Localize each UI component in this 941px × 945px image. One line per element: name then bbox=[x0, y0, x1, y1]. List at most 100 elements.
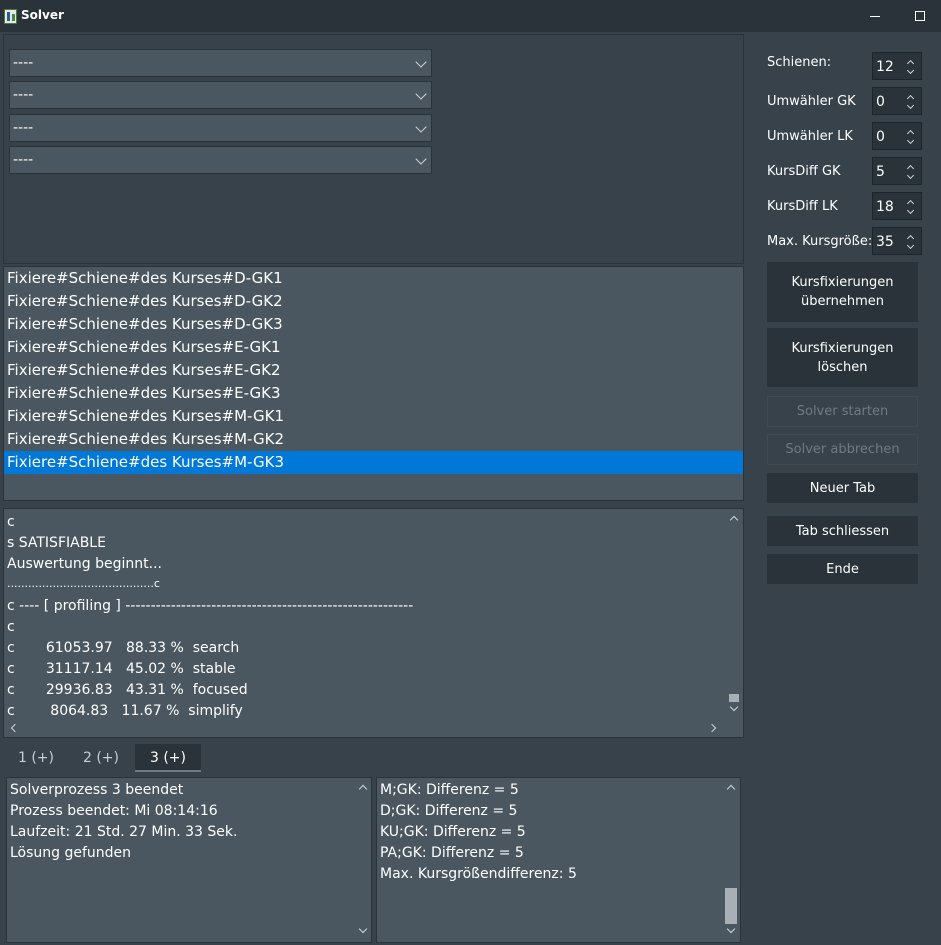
chevron-down-icon[interactable] bbox=[906, 136, 915, 145]
delete-fixations-button[interactable]: Kursfixierungen löschen bbox=[767, 328, 918, 387]
chevron-down-icon bbox=[415, 88, 427, 100]
scroll-up-icon[interactable] bbox=[729, 515, 739, 525]
maximize-button[interactable] bbox=[898, 0, 941, 32]
log-line: ........................................… bbox=[7, 577, 160, 590]
course-dropdown-1[interactable]: ---- bbox=[9, 49, 432, 77]
chevron-down-icon[interactable] bbox=[906, 66, 915, 75]
minimize-icon bbox=[870, 16, 880, 17]
schienen-stepper[interactable]: 12 bbox=[872, 52, 922, 80]
log-line: c 31117.14 45.02 % stable bbox=[7, 661, 236, 677]
tab-3[interactable]: 3 (+) bbox=[135, 744, 201, 772]
result-scrollbar[interactable] bbox=[723, 778, 740, 942]
list-item[interactable]: Fixiere#Schiene#des Kurses#E-GK3 bbox=[4, 382, 743, 405]
list-item[interactable]: Fixiere#Schiene#des Kurses#D-GK3 bbox=[4, 313, 743, 336]
log-line: c 61053.97 88.33 % search bbox=[7, 640, 240, 656]
app-icon bbox=[4, 9, 17, 24]
course-fixation-list[interactable]: Fixiere#Schiene#des Kurses#D-GK1 Fixiere… bbox=[3, 266, 744, 501]
chevron-down-icon[interactable] bbox=[906, 241, 915, 250]
apply-fixations-button[interactable]: Kursfixierungen übernehmen bbox=[767, 262, 918, 322]
list-item[interactable]: Fixiere#Schiene#des Kurses#M-GK1 bbox=[4, 405, 743, 428]
dropdown-value: ---- bbox=[13, 55, 34, 71]
kursdiff-lk-stepper[interactable]: 18 bbox=[872, 192, 922, 220]
setting-label-umwaehler-gk: Umwähler GK bbox=[767, 94, 856, 109]
course-dropdown-3[interactable]: ---- bbox=[9, 114, 432, 142]
chevron-down-icon bbox=[415, 153, 427, 165]
setting-label-kursdiff-gk: KursDiff GK bbox=[767, 164, 841, 179]
maximize-icon bbox=[915, 11, 925, 21]
chevron-down-icon bbox=[415, 121, 427, 133]
status-line: Lösung gefunden bbox=[10, 845, 132, 861]
max-kursgroesse-stepper[interactable]: 35 bbox=[872, 227, 922, 255]
close-tab-button[interactable]: Tab schliessen bbox=[767, 516, 918, 546]
scroll-thumb[interactable] bbox=[729, 694, 739, 702]
start-solver-button[interactable]: Solver starten bbox=[767, 396, 918, 427]
scroll-thumb[interactable] bbox=[725, 888, 737, 924]
list-item[interactable]: Fixiere#Schiene#des Kurses#E-GK2 bbox=[4, 359, 743, 382]
setting-label-umwaehler-lk: Umwähler LK bbox=[767, 129, 853, 144]
log-line: c bbox=[7, 619, 15, 635]
exit-button[interactable]: Ende bbox=[767, 554, 918, 584]
chevron-down-icon bbox=[415, 56, 427, 68]
list-item[interactable]: Fixiere#Schiene#des Kurses#E-GK1 bbox=[4, 336, 743, 359]
setting-label-kursdiff-lk: KursDiff LK bbox=[767, 199, 838, 214]
window-title: Solver bbox=[21, 8, 64, 22]
list-item[interactable]: Fixiere#Schiene#des Kurses#D-GK1 bbox=[4, 267, 743, 290]
tab-2[interactable]: 2 (+) bbox=[70, 744, 132, 772]
list-item-selected[interactable]: Fixiere#Schiene#des Kurses#M-GK3 bbox=[4, 451, 743, 474]
dropdown-value: ---- bbox=[13, 152, 34, 168]
result-line: PA;GK: Differenz = 5 bbox=[380, 845, 524, 861]
result-textbox[interactable]: M;GK: Differenz = 5 D;GK: Differenz = 5 … bbox=[376, 777, 741, 943]
scroll-up-icon[interactable] bbox=[358, 784, 368, 794]
log-vertical-scrollbar[interactable] bbox=[725, 509, 743, 719]
minimize-button[interactable] bbox=[852, 0, 898, 32]
stepper-value: 0 bbox=[876, 94, 885, 110]
log-line: c bbox=[7, 514, 15, 530]
scroll-down-icon[interactable] bbox=[726, 924, 736, 934]
result-line: M;GK: Differenz = 5 bbox=[380, 782, 519, 798]
kursdiff-gk-stepper[interactable]: 5 bbox=[872, 157, 922, 185]
log-line: c 29936.83 43.31 % focused bbox=[7, 682, 248, 698]
status-line: Prozess beendet: Mi 08:14:16 bbox=[10, 803, 218, 819]
scroll-left-icon[interactable] bbox=[10, 723, 20, 733]
scroll-down-icon[interactable] bbox=[358, 924, 368, 934]
solver-tab-bar: 1 (+) 2 (+) 3 (+) bbox=[0, 740, 746, 773]
course-dropdown-2[interactable]: ---- bbox=[9, 81, 432, 109]
title-bar: Solver bbox=[0, 0, 941, 32]
stepper-value: 12 bbox=[876, 59, 894, 75]
result-line: KU;GK: Differenz = 5 bbox=[380, 824, 526, 840]
stepper-value: 5 bbox=[876, 164, 885, 180]
result-line: D;GK: Differenz = 5 bbox=[380, 803, 518, 819]
log-line: s SATISFIABLE bbox=[7, 535, 106, 551]
stepper-value: 0 bbox=[876, 129, 885, 145]
status-scrollbar[interactable] bbox=[355, 778, 371, 942]
setting-label-schienen: Schienen: bbox=[767, 55, 832, 70]
scroll-down-icon[interactable] bbox=[729, 702, 739, 712]
scroll-up-icon[interactable] bbox=[726, 784, 736, 794]
status-textbox[interactable]: Solverprozess 3 beendet Prozess beendet:… bbox=[6, 777, 372, 943]
setting-label-max-kursgroesse: Max. Kursgröße: bbox=[767, 234, 873, 249]
tab-1[interactable]: 1 (+) bbox=[6, 744, 66, 772]
log-horizontal-scrollbar[interactable] bbox=[4, 719, 725, 737]
log-line: Auswertung beginnt... bbox=[7, 556, 162, 572]
chevron-down-icon[interactable] bbox=[906, 101, 915, 110]
umwaehler-gk-stepper[interactable]: 0 bbox=[872, 87, 922, 115]
new-tab-button[interactable]: Neuer Tab bbox=[767, 473, 918, 503]
stepper-value: 35 bbox=[876, 234, 894, 250]
result-line: Max. Kursgrößendifferenz: 5 bbox=[380, 866, 577, 882]
log-line: c ---- [ profiling ] -------------------… bbox=[7, 598, 414, 614]
chevron-down-icon[interactable] bbox=[906, 206, 915, 215]
stop-solver-button[interactable]: Solver abbrechen bbox=[767, 434, 918, 465]
status-line: Solverprozess 3 beendet bbox=[10, 782, 184, 798]
list-item[interactable]: Fixiere#Schiene#des Kurses#M-GK2 bbox=[4, 428, 743, 451]
dropdown-value: ---- bbox=[13, 120, 34, 136]
scroll-right-icon[interactable] bbox=[707, 723, 717, 733]
log-line: c 8064.83 11.67 % simplify bbox=[7, 703, 243, 719]
solver-log[interactable]: c s SATISFIABLE Auswertung beginnt... ..… bbox=[3, 508, 744, 738]
chevron-down-icon[interactable] bbox=[906, 171, 915, 180]
course-dropdown-4[interactable]: ---- bbox=[9, 146, 432, 174]
status-line: Laufzeit: 21 Std. 27 Min. 33 Sek. bbox=[10, 824, 238, 840]
dropdown-value: ---- bbox=[13, 87, 34, 103]
umwaehler-lk-stepper[interactable]: 0 bbox=[872, 122, 922, 150]
stepper-value: 18 bbox=[876, 199, 894, 215]
list-item[interactable]: Fixiere#Schiene#des Kurses#D-GK2 bbox=[4, 290, 743, 313]
